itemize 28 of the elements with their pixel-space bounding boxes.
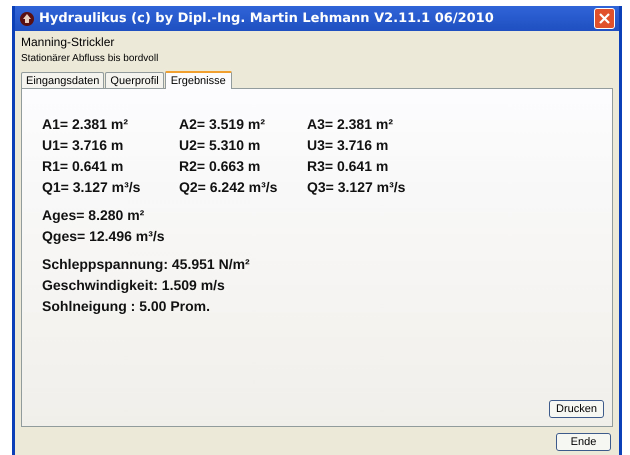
- result-value: Q3= 3.127 m³/s: [307, 178, 406, 196]
- tab[interactable]: Eingangsdaten: [21, 72, 104, 88]
- print-button[interactable]: Drucken: [549, 400, 604, 418]
- result-value: U1= 3.716 m: [42, 136, 124, 154]
- tab[interactable]: Querprofil: [105, 72, 164, 88]
- result-value: Q2= 6.242 m³/s: [179, 178, 278, 196]
- result-value: A1= 2.381 m²: [42, 115, 129, 133]
- mode-label: Stationärer Abfluss bis bordvoll: [21, 52, 158, 66]
- result-value: A3= 2.381 m²: [307, 115, 394, 133]
- result-value: U3= 3.716 m: [307, 136, 390, 154]
- summary-value: Geschwindigkeit: 1.509 m/s: [42, 276, 225, 294]
- end-button[interactable]: Ende: [556, 433, 611, 451]
- result-value: Q1= 3.127 m³/s: [42, 178, 142, 196]
- method-label: Manning-Strickler: [21, 34, 114, 50]
- window-title: Hydraulikus (c) by Dipl.-Ing. Martin Lehmann V2.11.1 06/2010: [39, 10, 494, 28]
- app-icon: [19, 10, 35, 26]
- summary-value: Schleppspannung: 45.951 N/m²: [42, 255, 250, 273]
- total-value: Qges= 12.496 m³/s: [42, 227, 165, 245]
- total-value: Ages= 8.280 m²: [42, 206, 144, 224]
- result-value: A2= 3.519 m²: [179, 115, 266, 133]
- summary-value: Sohlneigung : 5.00 Prom.: [42, 297, 210, 315]
- tab[interactable]: Ergebnisse: [164, 71, 232, 89]
- result-value: R1= 0.641 m: [42, 157, 124, 175]
- result-value: R3= 0.641 m: [307, 157, 390, 175]
- close-icon: [599, 13, 610, 24]
- close-button[interactable]: [594, 8, 615, 29]
- result-value: R2= 0.663 m: [179, 157, 262, 175]
- result-value: U2= 5.310 m: [179, 136, 262, 154]
